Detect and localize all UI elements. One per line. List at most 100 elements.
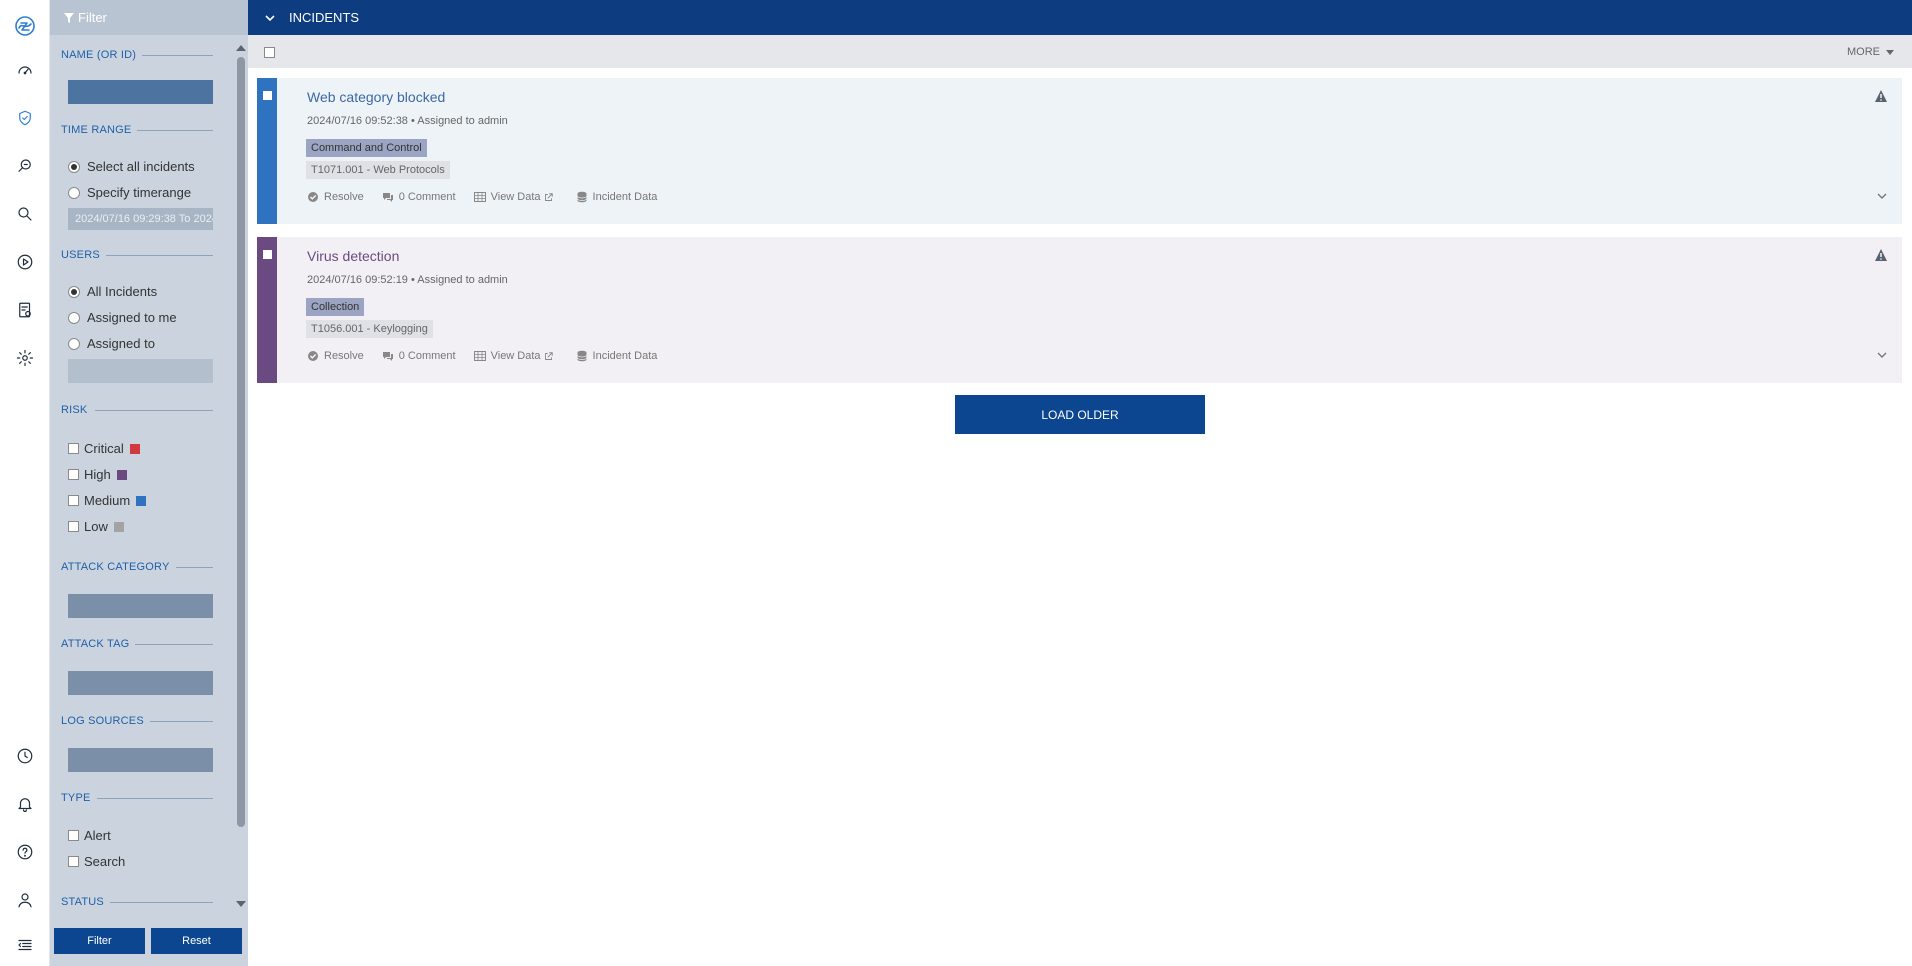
name-input[interactable]: [68, 80, 213, 104]
action-label: View Data: [490, 191, 541, 203]
reset-button[interactable]: Reset: [151, 928, 242, 954]
checkbox-label: Low: [84, 519, 108, 534]
main-content: INCIDENTS MORE Web category blocked 2024…: [248, 0, 1912, 966]
resolve-action[interactable]: Resolve: [307, 191, 364, 203]
user-icon[interactable]: [13, 888, 37, 912]
comment-action[interactable]: 0 Comment: [382, 191, 456, 203]
date-range-input[interactable]: 2024/07/16 09:29:38 To 2024: [68, 208, 213, 230]
load-older-button[interactable]: LOAD OLDER: [955, 395, 1205, 434]
more-menu[interactable]: MORE: [1847, 46, 1894, 58]
incident-checkbox[interactable]: [263, 250, 272, 259]
radio-assigned-to-me[interactable]: Assigned to me: [68, 310, 177, 325]
clock-icon[interactable]: [13, 744, 37, 768]
chevron-down-icon[interactable]: [1876, 190, 1888, 202]
incident-card[interactable]: Web category blocked 2024/07/16 09:52:38…: [257, 78, 1902, 224]
incident-meta: 2024/07/16 09:52:38 • Assigned to admin: [307, 115, 508, 127]
radio-indicator[interactable]: [68, 285, 80, 298]
attack-category-badge: Collection: [306, 298, 365, 316]
filter-scrollbar[interactable]: [234, 35, 248, 910]
comment-action[interactable]: 0 Comment: [382, 350, 456, 362]
attack-tag-select[interactable]: [68, 671, 213, 695]
checkbox-risk-low[interactable]: Low: [68, 519, 124, 534]
section-log-sources-label: LOG SOURCES: [61, 715, 144, 727]
filter-button[interactable]: Filter: [54, 928, 145, 954]
radio-label: All Incidents: [87, 284, 158, 299]
checkbox-type-search[interactable]: Search: [68, 854, 125, 869]
incident-data-action[interactable]: Incident Data: [576, 350, 658, 362]
shield-check-icon[interactable]: [13, 106, 37, 130]
radio-indicator[interactable]: [68, 160, 80, 173]
attack-category-badge: Command and Control: [306, 139, 427, 157]
section-type-label: TYPE: [61, 792, 91, 804]
attack-category-select[interactable]: [68, 594, 213, 618]
chevron-down-icon[interactable]: [265, 13, 275, 23]
scroll-thumb[interactable]: [237, 57, 245, 827]
section-time-range-label: TIME RANGE: [61, 124, 132, 136]
action-label: 0 Comment: [398, 350, 456, 362]
incident-checkbox[interactable]: [263, 91, 272, 100]
radio-indicator[interactable]: [68, 337, 80, 350]
checkbox[interactable]: [68, 495, 79, 506]
action-label: View Data: [490, 350, 541, 362]
search-icon[interactable]: [13, 202, 37, 226]
dashboard-icon[interactable]: [13, 58, 37, 82]
radio-select-all-incidents[interactable]: Select all incidents: [68, 159, 195, 174]
action-label: Resolve: [324, 350, 364, 362]
view-data-action[interactable]: View Data: [473, 350, 558, 362]
caret-down-icon: [1886, 49, 1894, 55]
view-data-action[interactable]: View Data: [473, 191, 558, 203]
filter-header-label: Filter: [78, 10, 107, 25]
checkbox-type-alert[interactable]: Alert: [68, 828, 111, 843]
incident-data-action[interactable]: Incident Data: [576, 191, 657, 203]
assigned-to-select[interactable]: [68, 359, 213, 383]
radio-specify-timerange[interactable]: Specify timerange: [68, 185, 191, 200]
comments-icon: [382, 193, 393, 202]
section-risk: RISK: [61, 404, 213, 416]
checkbox[interactable]: [68, 856, 79, 867]
incident-title[interactable]: Web category blocked: [307, 89, 445, 105]
checkbox[interactable]: [68, 443, 79, 454]
checkbox-risk-critical[interactable]: Critical: [68, 441, 140, 456]
logo-icon[interactable]: [13, 14, 37, 38]
report-icon[interactable]: [13, 298, 37, 322]
bell-icon[interactable]: [13, 792, 37, 816]
scroll-up-icon[interactable]: [236, 45, 246, 51]
comments-icon: [382, 352, 393, 361]
more-label: MORE: [1847, 46, 1880, 58]
incident-card[interactable]: Virus detection 2024/07/16 09:52:19 • As…: [257, 237, 1902, 383]
chevron-down-icon[interactable]: [1876, 349, 1888, 361]
incident-title[interactable]: Virus detection: [307, 248, 399, 264]
scroll-down-icon[interactable]: [236, 901, 246, 907]
log-sources-select[interactable]: [68, 748, 213, 772]
play-icon[interactable]: [13, 250, 37, 274]
radio-indicator[interactable]: [68, 311, 80, 324]
checkbox-risk-high[interactable]: High: [68, 467, 127, 482]
help-icon[interactable]: [13, 840, 37, 864]
section-status: STATUS: [61, 896, 213, 908]
section-users: USERS: [61, 249, 213, 261]
checkbox[interactable]: [68, 830, 79, 841]
incidents-header[interactable]: INCIDENTS: [248, 0, 1912, 35]
select-all-checkbox[interactable]: [264, 47, 275, 58]
external-link-icon: [544, 192, 553, 201]
resolve-action[interactable]: Resolve: [307, 350, 364, 362]
radio-all-incidents[interactable]: All Incidents: [68, 284, 157, 299]
checkbox-risk-medium[interactable]: Medium: [68, 493, 147, 508]
checkbox-label: Search: [84, 854, 126, 869]
section-attack-category-label: ATTACK CATEGORY: [61, 561, 170, 573]
checkbox-label: High: [84, 467, 111, 482]
gear-icon[interactable]: [13, 346, 37, 370]
checkbox[interactable]: [68, 469, 79, 480]
radio-indicator[interactable]: [68, 186, 80, 199]
investigate-icon[interactable]: [13, 154, 37, 178]
action-label: 0 Comment: [398, 191, 456, 203]
menu-collapse-icon[interactable]: [13, 933, 37, 957]
filter-body: NAME (OR ID) TIME RANGE Select all incid…: [50, 35, 234, 910]
checkbox[interactable]: [68, 521, 79, 532]
section-attack-category: ATTACK CATEGORY: [61, 561, 213, 573]
radio-assigned-to[interactable]: Assigned to: [68, 336, 155, 351]
incident-actions: Resolve 0 Comment View Data Incident Dat…: [307, 350, 675, 362]
section-attack-tag-label: ATTACK TAG: [61, 638, 130, 650]
incidents-toolbar: MORE: [248, 35, 1912, 68]
action-label: Incident Data: [592, 350, 658, 362]
